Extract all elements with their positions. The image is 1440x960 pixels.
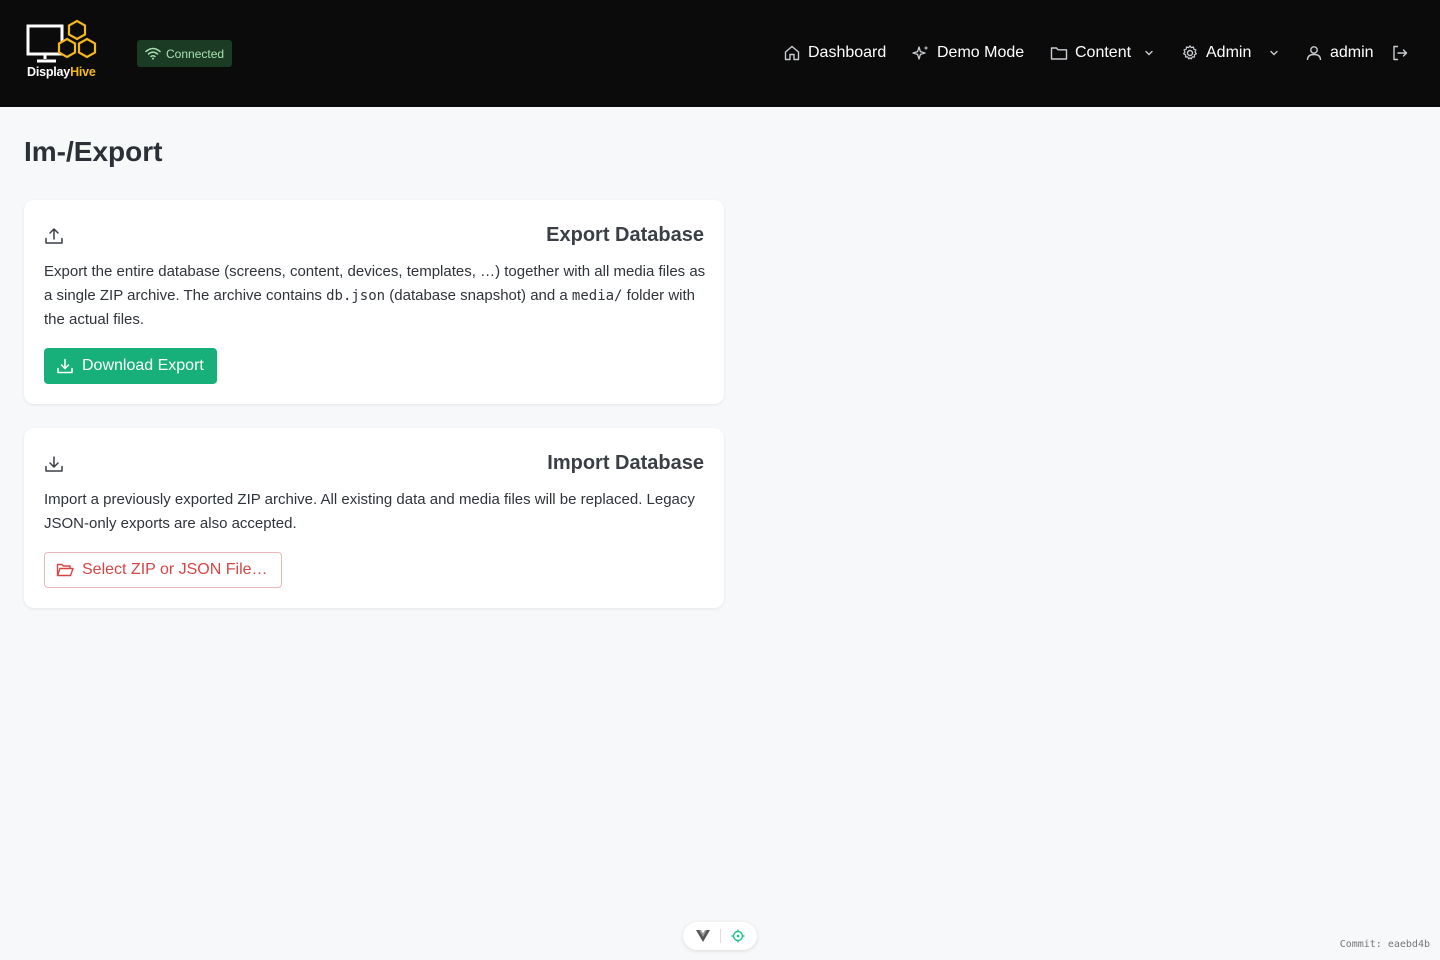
logo-wordmark: DisplayHive xyxy=(27,65,96,79)
commit-hash: Commit: eaebd4b xyxy=(1339,939,1430,950)
nav-demo-mode[interactable]: Demo Mode xyxy=(912,44,1024,62)
export-desc-text-2: (database snapshot) and a xyxy=(385,287,572,304)
nav-dashboard-label: Dashboard xyxy=(808,44,887,61)
folder-open-icon xyxy=(56,563,74,577)
nav-content-label: Content xyxy=(1075,44,1132,61)
export-card-title: Export Database xyxy=(546,224,704,246)
import-card-description: Import a previously exported ZIP archive… xyxy=(44,491,695,532)
export-card-description: Export the entire database (screens, con… xyxy=(44,260,706,332)
home-icon xyxy=(784,45,800,61)
user-icon xyxy=(1306,46,1322,61)
page-title: Im-/Export xyxy=(24,136,163,167)
nav-demo-mode-label: Demo Mode xyxy=(937,44,1025,61)
sparkles-icon xyxy=(912,45,929,60)
select-file-button[interactable]: Select ZIP or JSON File… xyxy=(44,552,282,588)
nav-admin-dropdown[interactable]: Admin xyxy=(1181,44,1280,62)
logout-icon xyxy=(1393,45,1408,61)
nav-user-menu[interactable]: admin xyxy=(1305,44,1374,62)
import-card-title: Import Database xyxy=(547,452,704,474)
download-export-label: Download Export xyxy=(82,357,204,374)
export-database-card: Export Database Export the entire databa… xyxy=(24,200,724,404)
target-icon[interactable] xyxy=(731,929,745,943)
download-export-button[interactable]: Download Export xyxy=(44,348,217,384)
import-database-card: Import Database Import a previously expo… xyxy=(24,428,724,608)
nav-content-dropdown[interactable]: Content xyxy=(1050,44,1155,62)
logo-text-hive: Hive xyxy=(70,65,96,79)
wifi-icon xyxy=(145,47,161,60)
connection-status-badge: Connected xyxy=(137,40,233,67)
chevron-down-icon xyxy=(1145,50,1153,56)
devtools-divider xyxy=(719,929,721,943)
connection-status-label: Connected xyxy=(166,46,225,61)
download-icon xyxy=(45,456,63,472)
nav-admin-label: Admin xyxy=(1206,44,1252,61)
nav-dashboard[interactable]: Dashboard xyxy=(783,44,886,62)
logout-button[interactable] xyxy=(1391,44,1409,62)
export-desc-code-db-json: db.json xyxy=(326,288,386,304)
app-logo[interactable]: DisplayHive xyxy=(26,19,102,81)
vue-icon[interactable] xyxy=(695,930,710,942)
logo-monitor-hive-icon xyxy=(26,19,97,63)
chevron-down-icon xyxy=(1270,50,1279,56)
devtools-toggle[interactable] xyxy=(683,922,757,950)
export-desc-code-media: media/ xyxy=(571,288,623,304)
download-icon xyxy=(57,358,73,374)
logo-text-display: Display xyxy=(27,65,71,79)
select-file-label: Select ZIP or JSON File… xyxy=(82,561,268,578)
top-navbar: DisplayHive Connected Dashboard Demo Mod… xyxy=(0,0,1440,107)
folder-icon xyxy=(1050,47,1068,60)
nav-user-label: admin xyxy=(1330,44,1374,61)
gear-icon xyxy=(1183,45,1197,60)
upload-icon xyxy=(45,228,63,244)
